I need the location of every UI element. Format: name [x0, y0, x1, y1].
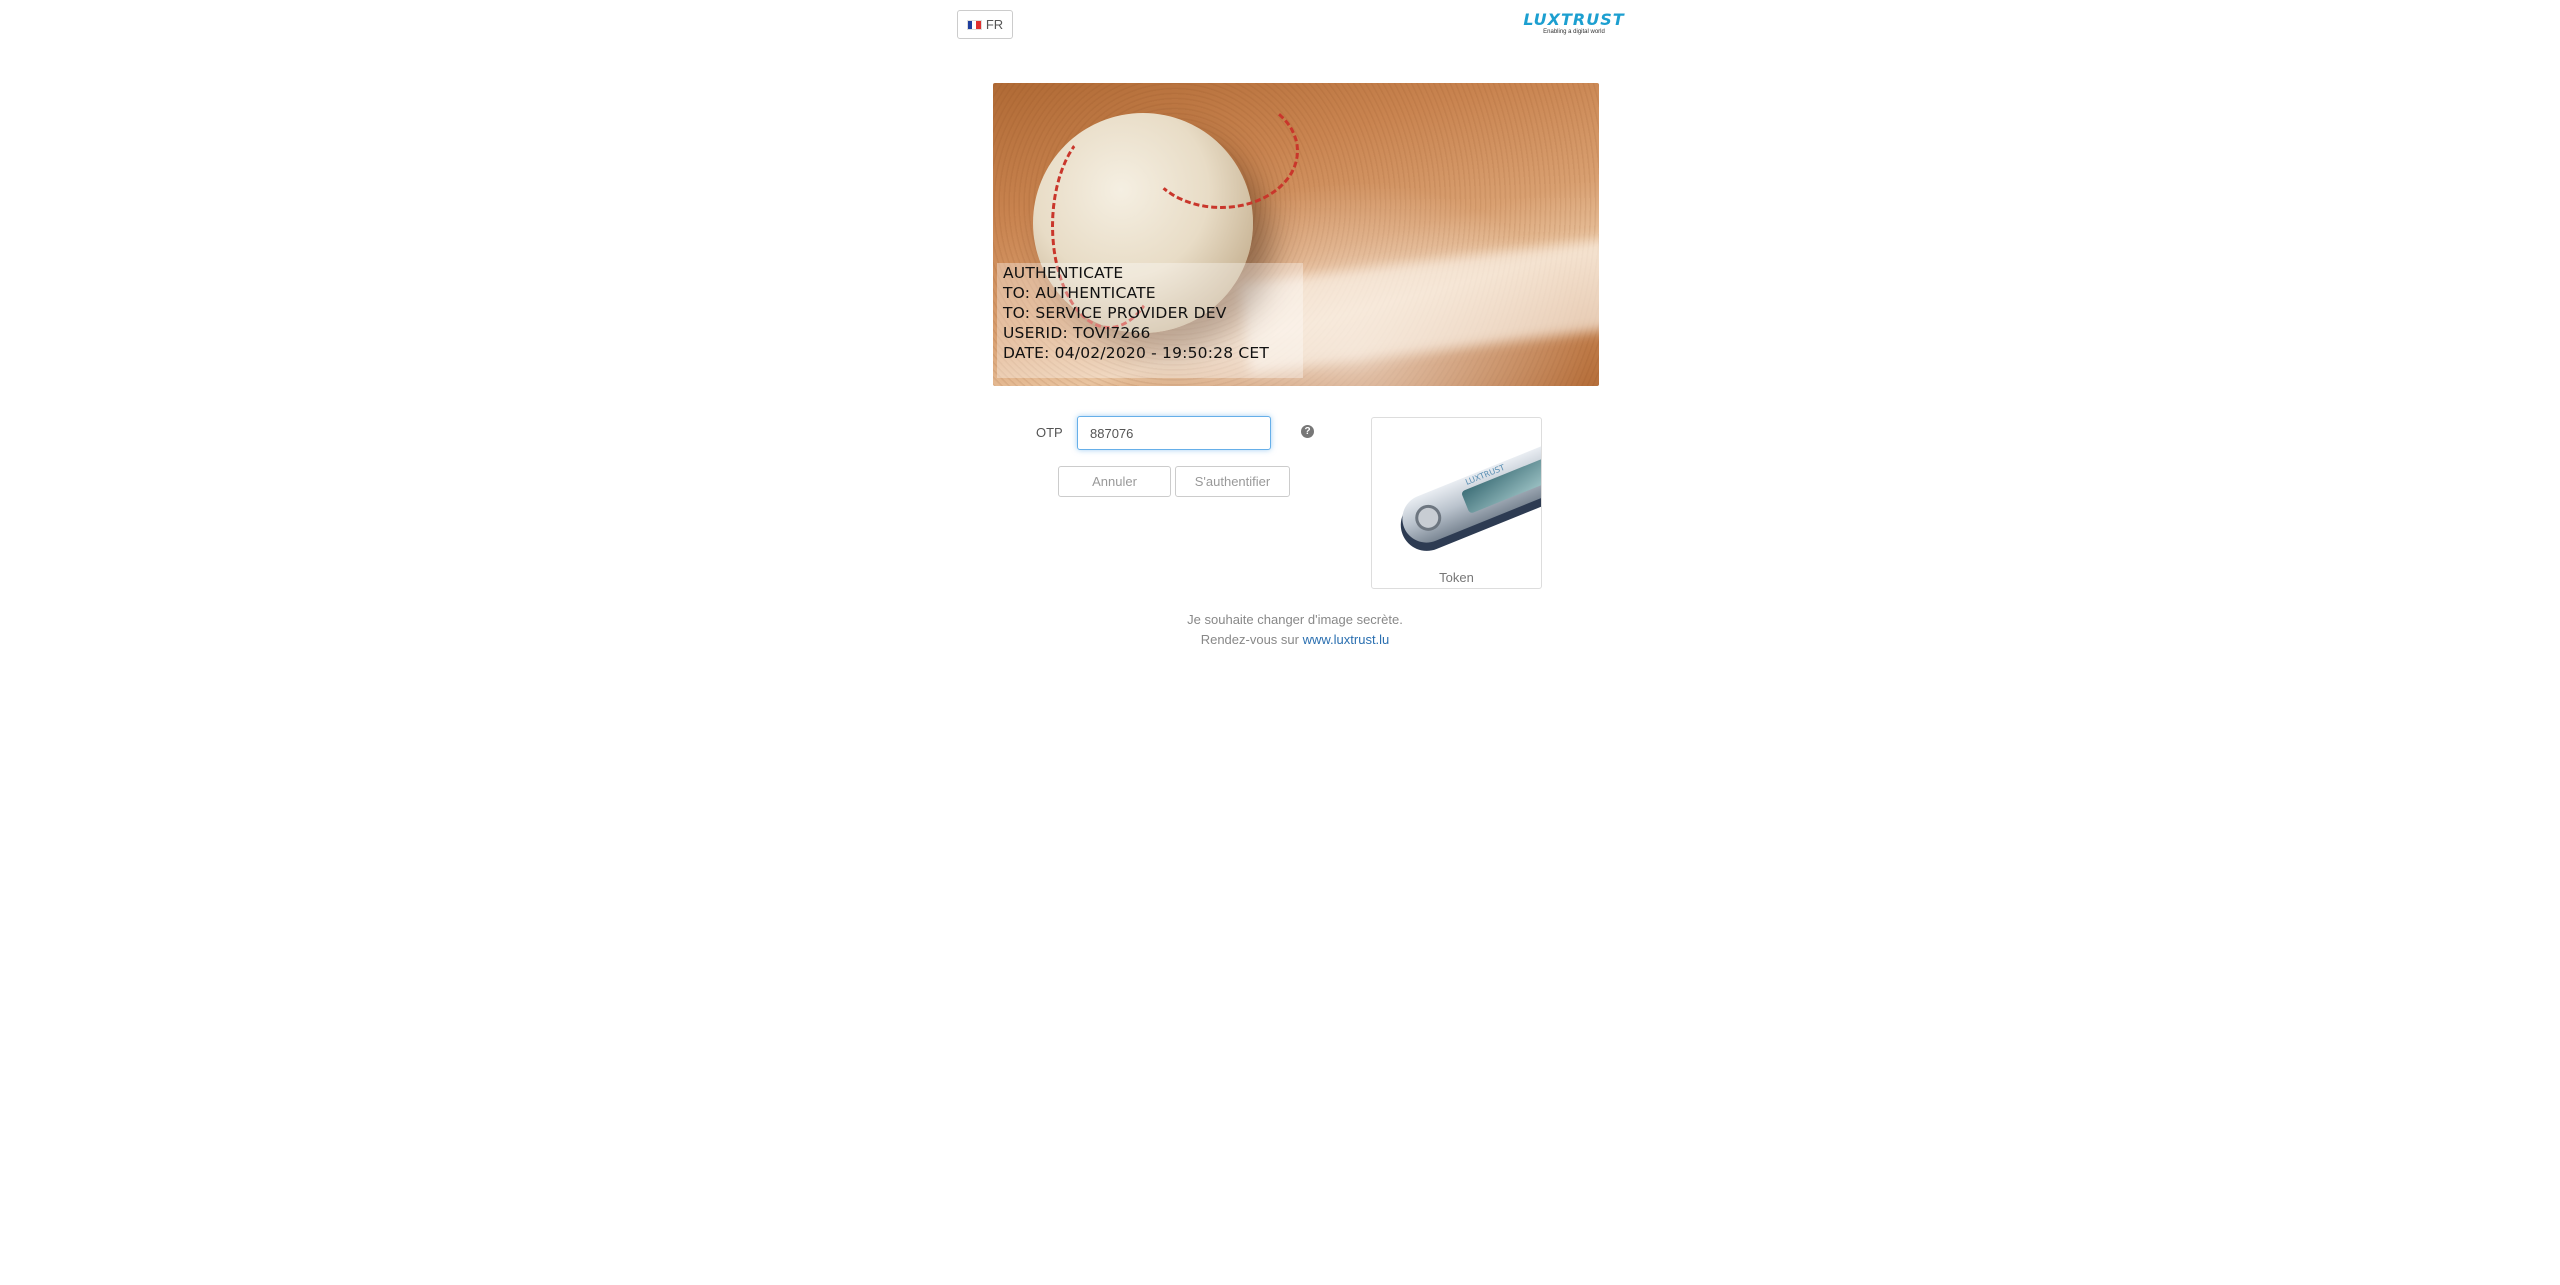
luxtrust-logo: LUXTRUST Enabling a digital world: [1510, 12, 1638, 38]
logo-wordmark: LUXTRUST: [1523, 10, 1625, 29]
cancel-button[interactable]: Annuler: [1058, 466, 1171, 497]
otp-label: OTP: [1036, 425, 1063, 440]
otp-input[interactable]: [1077, 416, 1271, 450]
login-page: FR LUXTRUST Enabling a digital world AUT…: [0, 0, 2560, 1285]
footer: Je souhaite changer d'image secrète. Ren…: [0, 610, 2560, 650]
visit-line: Rendez-vous sur www.luxtrust.lu: [0, 630, 2560, 650]
logo-tagline: Enabling a digital world: [1543, 29, 1605, 35]
token-option-card[interactable]: LUXTRUST Token: [1371, 417, 1542, 589]
transaction-line-to: TO: AUTHENTICATE: [1003, 284, 1156, 302]
language-label: FR: [985, 17, 1004, 32]
visit-text: Rendez-vous sur: [1200, 632, 1303, 647]
token-device-image: LUXTRUST: [1372, 418, 1541, 563]
france-flag-icon: [966, 19, 982, 30]
secret-image: AUTHENTICATE TO: AUTHENTICATE TO: SERVIC…: [993, 83, 1599, 386]
token-label: Token: [1439, 570, 1474, 585]
change-image-text: Je souhaite changer d'image secrète.: [1187, 612, 1403, 627]
question-circle-icon[interactable]: ?: [1301, 425, 1314, 438]
transaction-line-date: DATE: 04/02/2020 - 19:50:28 CET: [1003, 344, 1270, 362]
authenticate-button[interactable]: S'authentifier: [1175, 466, 1290, 497]
transaction-details: AUTHENTICATE TO: AUTHENTICATE TO: SERVIC…: [997, 263, 1303, 378]
language-selector-button[interactable]: FR: [957, 10, 1013, 39]
transaction-line-userid: USERID: TOVI7266: [1003, 324, 1151, 342]
transaction-line-provider: TO: SERVICE PROVIDER DEV: [1003, 304, 1227, 322]
luxtrust-link[interactable]: www.luxtrust.lu: [1303, 632, 1390, 647]
transaction-line-action: AUTHENTICATE: [1003, 264, 1124, 282]
